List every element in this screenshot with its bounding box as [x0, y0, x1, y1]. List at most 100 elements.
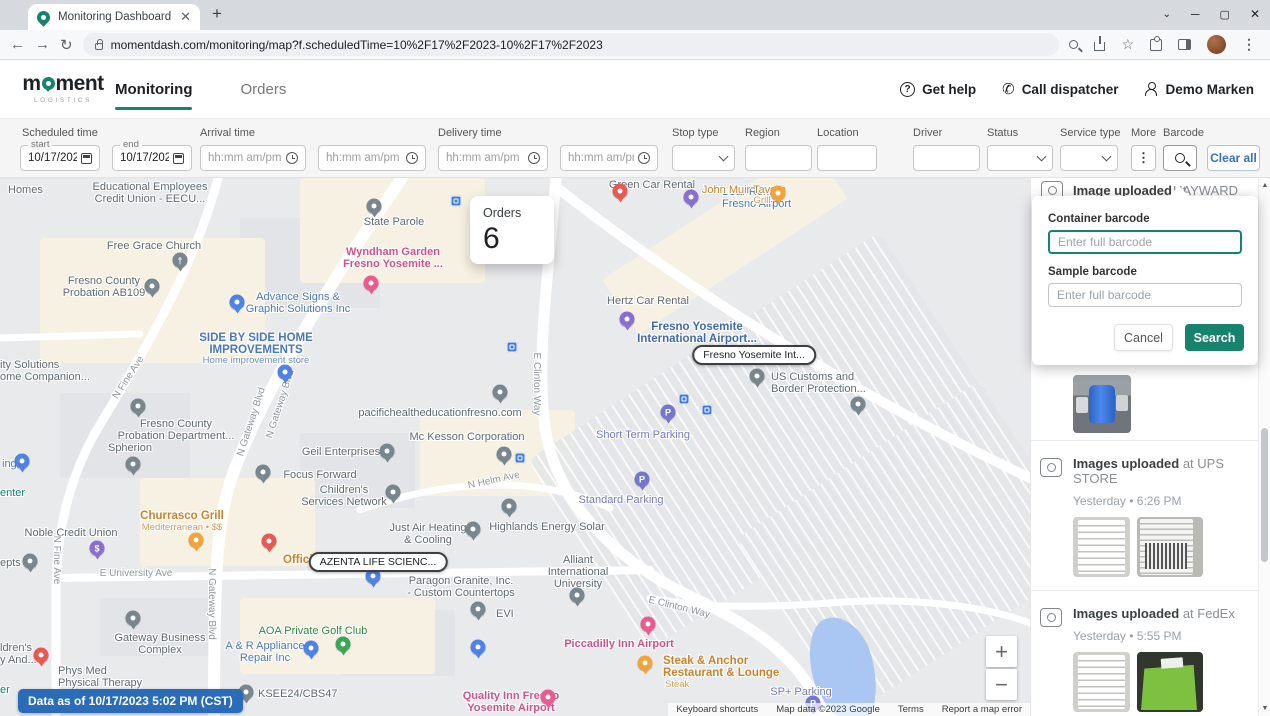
map-pin-red[interactable] — [34, 648, 49, 663]
map-pin-parkingpin[interactable]: P — [635, 472, 650, 487]
window-minimize-button[interactable]: ─ — [1191, 7, 1200, 21]
arrival-end-field[interactable] — [318, 145, 426, 171]
map-pin-gray[interactable] — [493, 385, 508, 400]
map-attribution-link[interactable]: Terms — [898, 704, 924, 715]
scheduled-start-input[interactable] — [28, 152, 77, 164]
map-pin-purple[interactable] — [684, 190, 699, 205]
clock-icon[interactable] — [406, 152, 418, 164]
map-zoom-in-button[interactable]: + — [986, 636, 1017, 667]
upload-thumbnail[interactable] — [1073, 375, 1131, 433]
map-pin-gray[interactable] — [471, 602, 486, 617]
upload-thumbnail[interactable] — [1137, 517, 1203, 577]
address-bar[interactable]: momentdash.com/monitoring/map?f.schedule… — [83, 33, 1060, 56]
orders-count-popup[interactable]: Orders 6 — [470, 196, 554, 264]
share-icon[interactable] — [1094, 42, 1105, 51]
map-pin-blue[interactable] — [471, 640, 486, 655]
arrival-start-field[interactable] — [200, 145, 306, 171]
clock-icon[interactable] — [638, 152, 650, 164]
map-pin-gray[interactable] — [570, 588, 585, 603]
upload-thumbnail[interactable] — [1073, 652, 1130, 712]
new-tab-button[interactable]: + — [212, 4, 222, 24]
map-pin-orange[interactable] — [189, 533, 204, 548]
stop-type-select[interactable] — [672, 145, 735, 171]
window-maximize-button[interactable]: ▢ — [1220, 8, 1230, 21]
nav-orders[interactable]: Orders — [240, 60, 286, 118]
delivery-start-input[interactable] — [446, 152, 524, 164]
cancel-button[interactable]: Cancel — [1114, 324, 1173, 351]
arrival-start-input[interactable] — [208, 152, 282, 164]
map-pin-gray[interactable] — [126, 457, 141, 472]
scheduled-start-field[interactable]: start — [20, 145, 100, 171]
back-button[interactable]: ← — [10, 36, 25, 53]
map-pin-blue[interactable] — [304, 641, 319, 656]
map-pin-pink[interactable] — [641, 617, 656, 632]
map-zoom-out-button[interactable]: − — [986, 669, 1017, 700]
map-pin-blue[interactable] — [230, 295, 245, 310]
map-canvas[interactable]: HomesEducational Employees Credit Union … — [0, 178, 1030, 716]
tab-search-chevron-icon[interactable]: ⌄ — [1163, 9, 1171, 20]
scrollbar-thumb[interactable] — [1261, 428, 1268, 562]
arrival-end-input[interactable] — [326, 152, 402, 164]
window-close-button[interactable]: ✕ — [1250, 7, 1260, 21]
zoom-lens-icon[interactable] — [1069, 40, 1078, 49]
map-pin-orange[interactable] — [771, 186, 786, 201]
browser-tab[interactable]: Monitoring Dashboard ✕ — [28, 4, 200, 30]
map-pin-gray[interactable] — [851, 397, 866, 412]
map-pin-green[interactable] — [336, 637, 351, 652]
delivery-end-input[interactable] — [568, 152, 634, 164]
call-dispatcher-button[interactable]: ✆Call dispatcher — [1002, 80, 1118, 98]
map-pin-gray[interactable] — [256, 465, 271, 480]
more-filters-button[interactable]: ⋮ — [1131, 145, 1156, 171]
map-pin-gray[interactable] — [23, 554, 38, 569]
map-pin-gray[interactable]: † — [173, 253, 188, 268]
map-pin-pink[interactable] — [541, 690, 556, 705]
scheduled-end-field[interactable]: end — [112, 145, 192, 171]
sample-barcode-input[interactable] — [1048, 283, 1242, 307]
map-pin-gray[interactable] — [380, 444, 395, 459]
container-barcode-input[interactable] — [1048, 230, 1242, 254]
sidebar-scrollbar[interactable]: ▲ ▼ — [1258, 178, 1270, 716]
status-select[interactable] — [987, 145, 1053, 171]
user-menu[interactable]: Demo Marken — [1144, 82, 1254, 97]
map-pin-gray[interactable] — [131, 399, 146, 414]
map-pin-purple[interactable] — [620, 312, 635, 327]
tab-close-icon[interactable]: ✕ — [180, 9, 191, 25]
location-input[interactable] — [817, 145, 877, 171]
get-help-button[interactable]: ?Get help — [900, 82, 976, 97]
map-pin-gray[interactable] — [497, 447, 512, 462]
bookmark-star-icon[interactable]: ☆ — [1121, 36, 1134, 53]
side-panel-icon[interactable] — [1178, 39, 1191, 50]
reload-button[interactable]: ↻ — [60, 36, 73, 54]
scroll-up-icon[interactable]: ▲ — [1259, 182, 1270, 189]
map-pin-gray[interactable] — [502, 499, 517, 514]
map-attribution-link[interactable]: Keyboard shortcuts — [676, 704, 758, 715]
map-pin-red[interactable] — [613, 184, 628, 199]
calendar-icon[interactable] — [173, 153, 184, 164]
moment-logo[interactable]: mment LOGISTICS — [20, 72, 106, 104]
browser-menu-icon[interactable]: ⋮ — [1242, 36, 1256, 53]
calendar-icon[interactable] — [81, 153, 92, 164]
map-pin-purple[interactable]: $ — [90, 541, 105, 556]
scheduled-end-input[interactable] — [120, 152, 169, 164]
map-pin-blue[interactable] — [278, 365, 293, 380]
map-pin-gray[interactable] — [126, 611, 141, 626]
service-type-select[interactable] — [1060, 145, 1118, 171]
map-attribution-link[interactable]: Report a map error — [942, 704, 1022, 715]
map-stop-badge[interactable]: AZENTA LIFE SCIENC... — [309, 552, 448, 572]
delivery-start-field[interactable] — [438, 145, 548, 171]
scroll-down-icon[interactable]: ▼ — [1259, 705, 1270, 712]
map-pin-red[interactable] — [262, 534, 277, 549]
region-input[interactable] — [745, 145, 812, 171]
search-button[interactable]: Search — [1185, 324, 1244, 351]
barcode-search-button[interactable] — [1163, 145, 1197, 171]
map-pin-parkingpin[interactable]: P — [661, 405, 676, 420]
upload-thumbnail[interactable] — [1073, 517, 1130, 577]
map-pin-gray[interactable] — [750, 369, 765, 384]
clock-icon[interactable] — [286, 152, 298, 164]
profile-avatar[interactable] — [1207, 35, 1226, 54]
driver-input[interactable] — [913, 145, 980, 171]
map-pin-pink[interactable] — [364, 276, 379, 291]
map-pin-blue[interactable] — [15, 454, 30, 469]
upload-entry[interactable]: Images uploaded at FedExYesterday • 5:55… — [1031, 590, 1258, 716]
map-pin-gray[interactable] — [145, 279, 160, 294]
